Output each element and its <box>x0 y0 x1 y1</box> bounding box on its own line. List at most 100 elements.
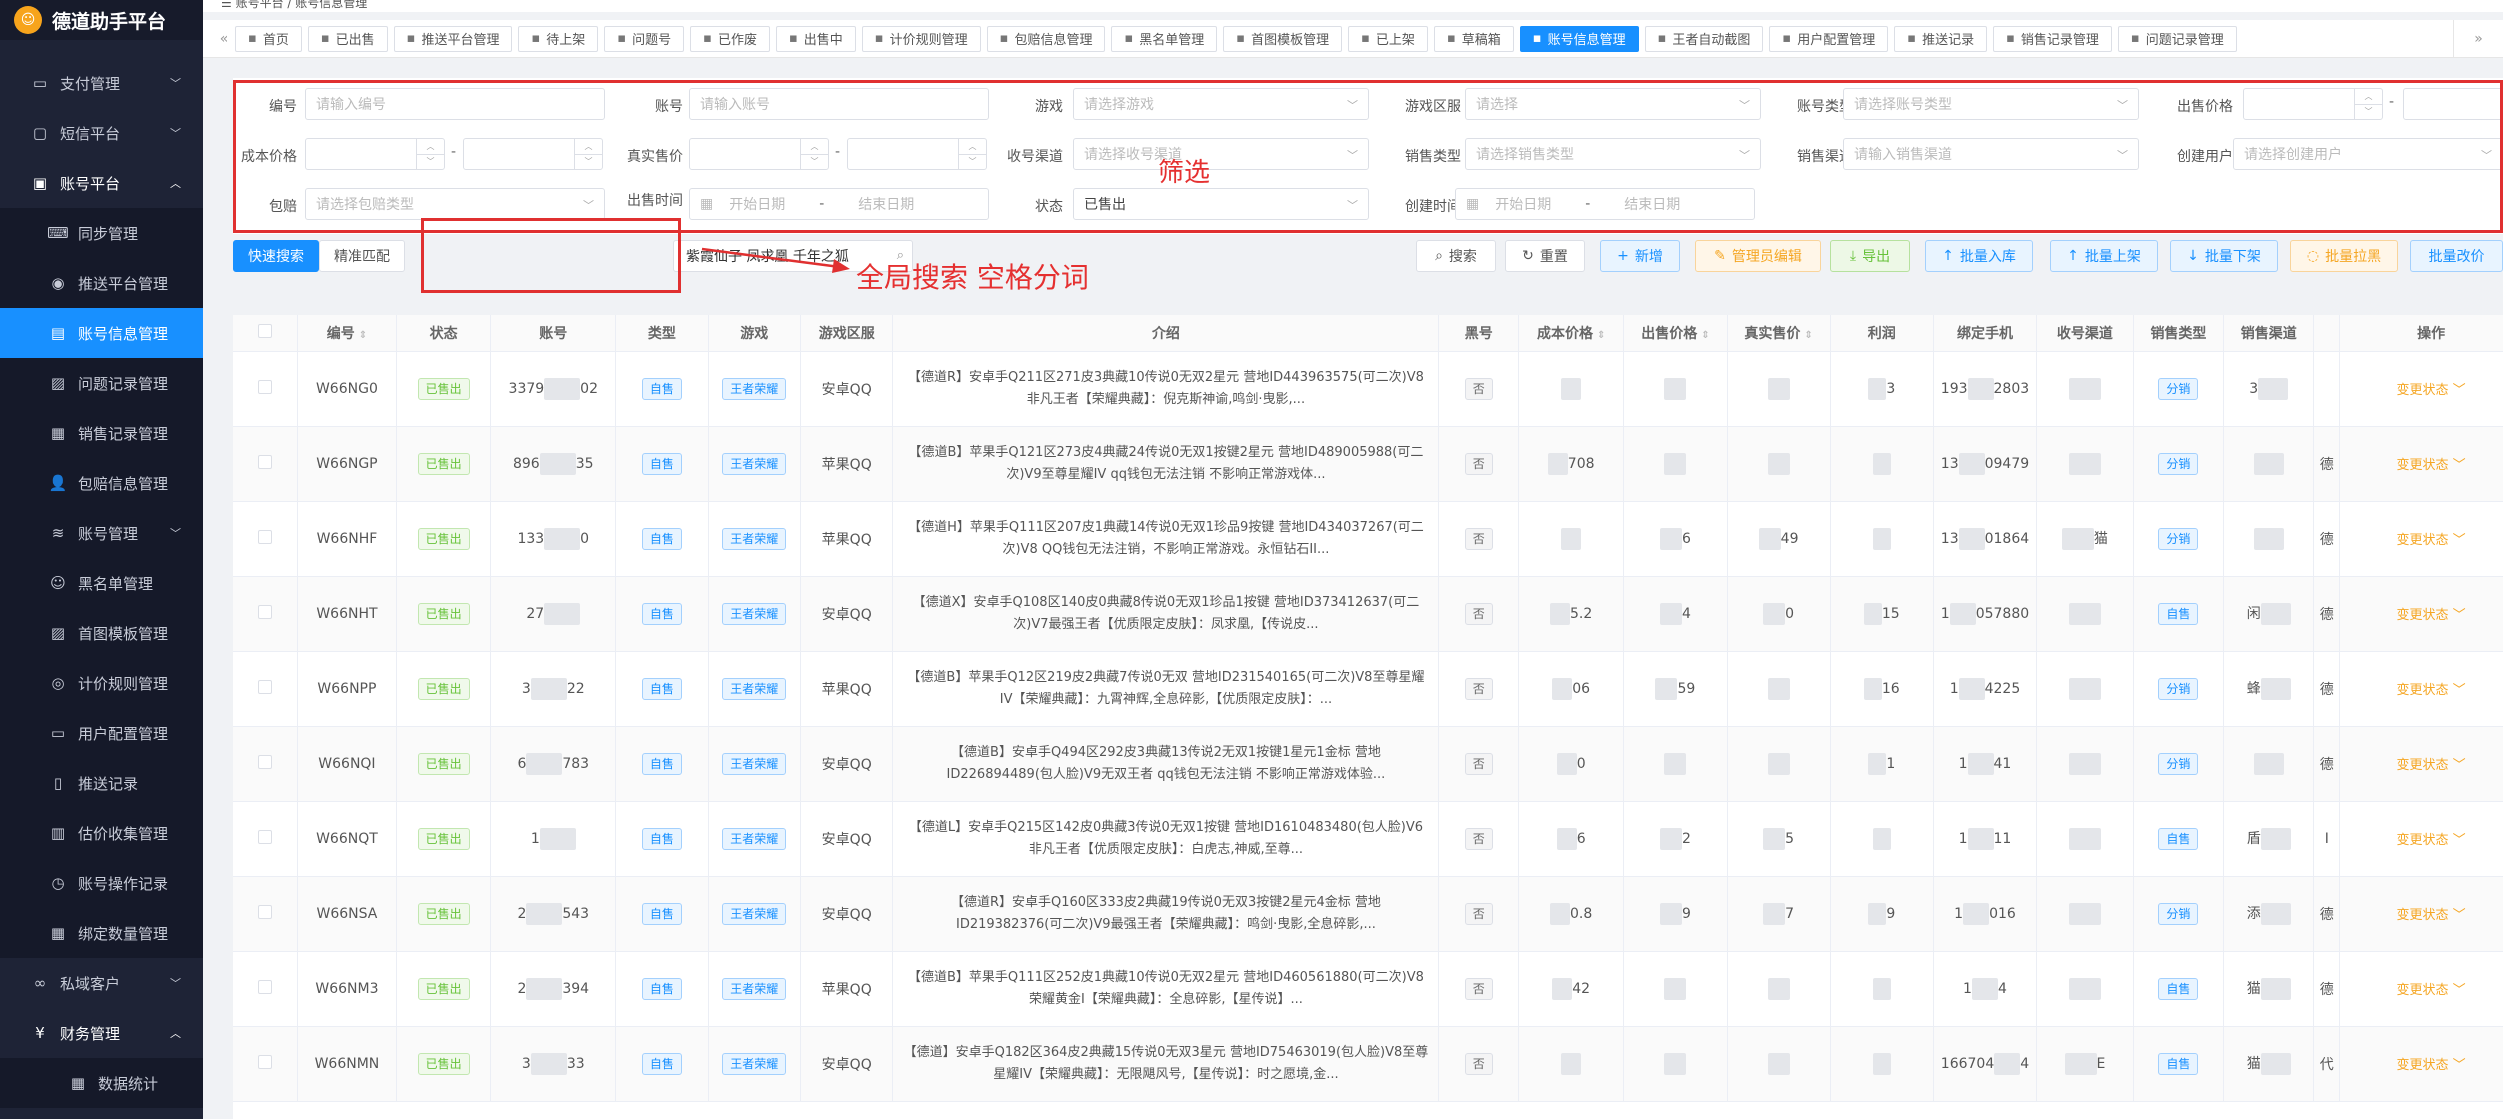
change-status-link[interactable]: 变更状态 ﹀ <box>2396 383 2465 398</box>
table-row[interactable]: W66NPP 已售出 3 22 自售 王者荣耀 苹果QQ 【德道B】苹果手Q12区219皮2典… <box>233 651 2503 727</box>
select-all-checkbox[interactable] <box>233 315 298 352</box>
reset-button[interactable]: ↻ 重置 <box>1505 240 1585 272</box>
tab-item[interactable]: ▪ 黑名单管理 <box>1111 25 1218 52</box>
export-button[interactable]: ⤓ 导出 <box>1830 240 1910 272</box>
sidebar-item-blacklist[interactable]: ☺ 黑名单管理 <box>0 558 203 608</box>
sidebar-item-finance[interactable]: ¥ 财务管理 ︿ <box>0 1008 203 1058</box>
chevron-down-icon[interactable]: ﹀ <box>801 155 828 170</box>
table-row[interactable]: W66NGP 已售出 896 35 自售 王者荣耀 苹果QQ 【德道B】苹果手Q121区273… <box>233 426 2503 502</box>
col-header-sell[interactable]: 出售价格 ⇕ <box>1623 315 1728 352</box>
table-row[interactable]: W66NQT 已售出 1 自售 王者荣耀 安卓QQ 【德道L】安卓手Q215区142皮0典藏… <box>233 801 2503 877</box>
tab-item[interactable]: ▪ 用户配置管理 <box>1769 25 1889 52</box>
tab-item[interactable]: ▪ 出售中 <box>775 25 856 52</box>
change-status-link[interactable]: 变更状态 ﹀ <box>2396 533 2465 548</box>
add-button[interactable]: + 新增 <box>1600 240 1680 272</box>
filter-real-price-max[interactable]: ︿ ﹀ <box>847 138 987 170</box>
breadcrumb-item[interactable]: 账号平台 <box>236 0 284 10</box>
sidebar-item-account-manage[interactable]: ≋ 账号管理 ﹀ <box>0 508 203 558</box>
sidebar-item-compensation[interactable]: 👤 包赔信息管理 <box>0 458 203 508</box>
sidebar-item-sync[interactable]: ⌨ 同步管理 <box>0 208 203 258</box>
sidebar-item-cover-template[interactable]: ▨ 首图模板管理 <box>0 608 203 658</box>
filter-channel-select[interactable]: 请选择收号渠道 ﹀ <box>1073 138 1369 170</box>
chevron-up-icon[interactable]: ︿ <box>801 139 828 155</box>
filter-sale-type-select[interactable]: 请选择销售类型 ﹀ <box>1465 138 1761 170</box>
batch-blacklist-button[interactable]: ◌ 批量拉黑 <box>2290 240 2398 272</box>
filter-creator-select[interactable]: 请选择创建用户 ﹀ <box>2233 138 2503 170</box>
chevron-up-icon[interactable]: ︿ <box>959 139 986 155</box>
filter-sale-channel-select[interactable]: 请输入销售渠道 ﹀ <box>1843 138 2139 170</box>
sort-icon[interactable]: ⇕ <box>1804 330 1812 341</box>
col-header-id[interactable]: 编号 ⇕ <box>297 315 397 352</box>
table-row[interactable]: W66NG0 已售出 3379 02 自售 王者荣耀 安卓QQ 【德道R】安卓手Q211区27… <box>233 351 2503 427</box>
sidebar-item-push-records[interactable]: ▯ 推送记录 <box>0 758 203 808</box>
change-status-link[interactable]: 变更状态 ﹀ <box>2396 833 2465 848</box>
filter-compensation-select[interactable]: 请选择包赔类型 ﹀ <box>305 188 605 220</box>
chevron-down-icon[interactable]: ﹀ <box>959 155 986 170</box>
filter-game-select[interactable]: 请选择游戏 ﹀ <box>1073 88 1369 120</box>
batch-price-button[interactable]: 批量改价 <box>2410 240 2503 272</box>
tab-item[interactable]: ▪ 问题号 <box>604 25 685 52</box>
filter-account-input[interactable]: 请输入账号 <box>689 88 989 120</box>
sidebar-item-private-customers[interactable]: ∞ 私域客户 ﹀ <box>0 958 203 1008</box>
quick-search-button[interactable]: 快速搜索 <box>233 240 319 272</box>
chevron-up-icon[interactable]: ︿ <box>417 139 444 155</box>
chevron-up-icon[interactable]: ︿ <box>575 139 602 155</box>
filter-status-select[interactable]: 已售出 ﹀ <box>1073 188 1369 220</box>
change-status-link[interactable]: 变更状态 ﹀ <box>2396 683 2465 698</box>
chevron-down-icon[interactable]: ﹀ <box>417 155 444 170</box>
change-status-link[interactable]: 变更状态 ﹀ <box>2396 458 2465 473</box>
table-row[interactable]: W66NHT 已售出 27 自售 王者荣耀 安卓QQ 【德道X】安卓手Q108区140皮0典… <box>233 576 2503 652</box>
filter-sell-price-min[interactable]: ︿ ﹀ <box>2243 88 2383 120</box>
batch-import-button[interactable]: ↑ 批量入库 <box>1925 240 2033 272</box>
tabs-scroll-right-icon[interactable]: » <box>2453 20 2503 57</box>
sidebar-item-push-platform[interactable]: ◉ 推送平台管理 <box>0 258 203 308</box>
row-checkbox[interactable] <box>233 426 298 502</box>
row-checkbox[interactable] <box>233 501 298 577</box>
chevron-up-icon[interactable]: ︿ <box>2355 89 2382 105</box>
row-checkbox[interactable] <box>233 351 298 427</box>
filter-account-type-select[interactable]: 请选择账号类型 ﹀ <box>1843 88 2139 120</box>
batch-down-button[interactable]: ↓ 批量下架 <box>2170 240 2278 272</box>
change-status-link[interactable]: 变更状态 ﹀ <box>2396 908 2465 923</box>
sidebar-item-sms[interactable]: ▢ 短信平台 ﹀ <box>0 108 203 158</box>
app-logo[interactable]: ☺ 德道助手平台 <box>0 0 203 40</box>
sidebar-item-statistics[interactable]: ▦ 数据统计 <box>0 1058 203 1108</box>
batch-up-button[interactable]: ↑ 批量上架 <box>2050 240 2158 272</box>
filter-cost-price-min[interactable]: ︿ ﹀ <box>305 138 445 170</box>
tab-item[interactable]: ▪ 草稿箱 <box>1433 25 1514 52</box>
tab-item[interactable]: ▪ 已作废 <box>690 25 770 52</box>
sort-icon[interactable]: ⇕ <box>1597 330 1605 341</box>
tab-item[interactable]: ▪ 问题记录管理 <box>2117 25 2237 52</box>
change-status-link[interactable]: 变更状态 ﹀ <box>2396 758 2465 773</box>
row-checkbox[interactable] <box>233 876 298 952</box>
sidebar-item-pricing-rules[interactable]: ◎ 计价规则管理 <box>0 658 203 708</box>
row-checkbox[interactable] <box>233 801 298 877</box>
row-checkbox[interactable] <box>233 1026 298 1102</box>
filter-sell-time-range[interactable]: ▦ 开始日期 - 结束日期 <box>689 188 989 220</box>
sidebar-item-user-config[interactable]: ▭ 用户配置管理 <box>0 708 203 758</box>
search-button[interactable]: ⌕ 搜索 <box>1416 240 1496 272</box>
row-checkbox[interactable] <box>233 651 298 727</box>
tab-item[interactable]: ▪ 首页 <box>235 25 302 52</box>
sidebar-item-binding-count[interactable]: ▦ 绑定数量管理 <box>0 908 203 958</box>
row-checkbox[interactable] <box>233 951 298 1027</box>
row-checkbox[interactable] <box>233 576 298 652</box>
tab-item[interactable]: ▪ 推送平台管理 <box>393 25 513 52</box>
tab-item[interactable]: ▪ 包赔信息管理 <box>986 25 1106 52</box>
sidebar-item-valuation[interactable]: ▥ 估价收集管理 <box>0 808 203 858</box>
tab-item[interactable]: ▪ 账号信息管理 <box>1519 25 1639 52</box>
table-row[interactable]: W66NM3 已售出 2 394 自售 王者荣耀 苹果QQ 【德道B】苹果手Q111区252皮… <box>233 951 2503 1027</box>
filter-id-input[interactable]: 请输入编号 <box>305 88 605 120</box>
sidebar-item-sales-records[interactable]: ▦ 销售记录管理 <box>0 408 203 458</box>
change-status-link[interactable]: 变更状态 ﹀ <box>2396 1058 2465 1073</box>
change-status-link[interactable]: 变更状态 ﹀ <box>2396 608 2465 623</box>
exact-match-button[interactable]: 精准匹配 <box>319 240 405 272</box>
tab-item[interactable]: ▪ 推送记录 <box>1894 25 1988 52</box>
chevron-down-icon[interactable]: ﹀ <box>575 155 602 170</box>
col-header-cost[interactable]: 成本价格 ⇕ <box>1518 315 1625 352</box>
tab-item[interactable]: ▪ 计价规则管理 <box>861 25 981 52</box>
table-row[interactable]: W66NHF 已售出 133 0 自售 王者荣耀 苹果QQ 【德道H】苹果手Q111区207皮… <box>233 501 2503 577</box>
menu-toggle-icon[interactable]: ☰ <box>221 0 236 10</box>
sidebar-item-issue-records[interactable]: ▨ 问题记录管理 <box>0 358 203 408</box>
filter-create-time-range[interactable]: ▦ 开始日期 - 结束日期 <box>1455 188 1755 220</box>
